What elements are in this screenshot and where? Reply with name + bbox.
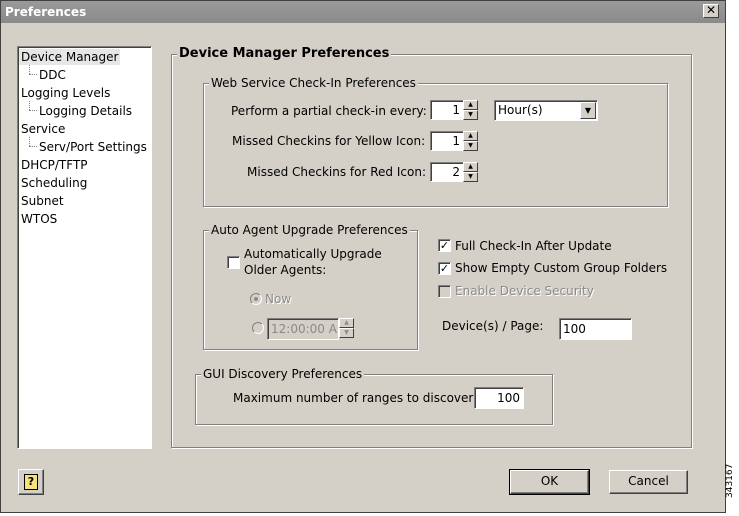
check-icon: ✓ xyxy=(439,239,450,252)
preferences-tree[interactable]: Device Manager DDC Logging Levels Loggin… xyxy=(17,46,152,449)
partial-checkin-label: Perform a partial check-in every: xyxy=(231,104,427,118)
yellow-icon-spinner[interactable]: ▲ ▼ xyxy=(463,131,478,151)
enable-security-label: Enable Device Security xyxy=(455,284,594,298)
ok-button[interactable]: OK xyxy=(509,469,590,495)
spin-down-icon[interactable]: ▼ xyxy=(463,110,478,120)
enable-security-checkbox[interactable] xyxy=(438,285,451,298)
spin-up-icon[interactable]: ▲ xyxy=(339,318,354,328)
figure-id: 343167 xyxy=(725,463,735,498)
upgrade-time-spinner[interactable]: ▲ ▼ xyxy=(339,318,354,338)
upgrade-now-label: Now xyxy=(265,292,292,306)
device-manager-preferences-title: Device Manager Preferences xyxy=(177,46,392,61)
yellow-icon-label: Missed Checkins for Yellow Icon: xyxy=(232,134,426,148)
max-ranges-label: Maximum number of ranges to discover: xyxy=(233,391,478,405)
tree-item-scheduling[interactable]: Scheduling xyxy=(19,175,89,191)
tree-connector xyxy=(29,65,30,74)
cancel-button[interactable]: Cancel xyxy=(609,470,688,494)
tree-connector xyxy=(29,110,37,111)
auto-upgrade-checkbox[interactable] xyxy=(227,256,240,269)
upgrade-now-radio[interactable] xyxy=(250,293,262,305)
spin-up-icon[interactable]: ▲ xyxy=(463,162,478,172)
auto-upgrade-label-line1: Automatically Upgrade xyxy=(244,247,382,261)
checkin-unit-select[interactable]: Hour(s) ▼ xyxy=(494,100,598,121)
chevron-down-icon[interactable]: ▼ xyxy=(580,102,596,119)
red-icon-label: Missed Checkins for Red Icon: xyxy=(247,165,426,179)
partial-checkin-input[interactable]: 1 xyxy=(430,100,464,120)
spin-down-icon[interactable]: ▼ xyxy=(463,172,478,182)
close-icon: ✕ xyxy=(705,3,717,17)
tree-item-wtos[interactable]: WTOS xyxy=(19,211,59,227)
spin-up-icon[interactable]: ▲ xyxy=(463,131,478,141)
help-icon: ? xyxy=(24,474,38,490)
close-button[interactable]: ✕ xyxy=(703,4,719,18)
title-bar: Preferences ✕ xyxy=(1,1,725,23)
partial-checkin-spinner[interactable]: ▲ ▼ xyxy=(463,100,478,120)
spin-down-icon[interactable]: ▼ xyxy=(463,141,478,151)
checkin-preferences-title: Web Service Check-In Preferences xyxy=(209,76,418,90)
preferences-dialog: Preferences ✕ Device Manager DDC Logging… xyxy=(0,0,726,513)
auto-upgrade-label-line2: Older Agents: xyxy=(244,263,327,277)
tree-connector xyxy=(29,137,30,146)
discovery-preferences-title: GUI Discovery Preferences xyxy=(201,367,365,381)
tree-item-service[interactable]: Service xyxy=(19,121,67,137)
red-icon-spinner[interactable]: ▲ ▼ xyxy=(463,162,478,182)
full-checkin-label: Full Check-In After Update xyxy=(455,239,612,253)
upgrade-preferences-title: Auto Agent Upgrade Preferences xyxy=(209,223,410,237)
spin-down-icon[interactable]: ▼ xyxy=(339,328,354,338)
full-checkin-checkbox[interactable]: ✓ xyxy=(438,239,451,252)
show-empty-folders-label: Show Empty Custom Group Folders xyxy=(455,261,668,275)
tree-connector xyxy=(29,101,30,110)
tree-item-logging-levels[interactable]: Logging Levels xyxy=(19,85,112,101)
check-icon: ✓ xyxy=(439,262,450,275)
tree-item-serv-port-settings[interactable]: Serv/Port Settings xyxy=(37,139,149,155)
tree-connector xyxy=(29,74,37,75)
tree-connector xyxy=(29,146,37,147)
upgrade-time-input[interactable]: 12:00:00 AM xyxy=(267,318,339,340)
radio-dot xyxy=(254,297,258,301)
checkin-unit-value: Hour(s) xyxy=(498,103,543,117)
max-ranges-input[interactable]: 100 xyxy=(474,387,524,409)
tree-item-dhcp-tftp[interactable]: DHCP/TFTP xyxy=(19,157,90,173)
window-title: Preferences xyxy=(5,5,87,19)
tree-item-ddc[interactable]: DDC xyxy=(37,67,68,83)
help-button[interactable]: ? xyxy=(18,469,44,495)
show-empty-folders-checkbox[interactable]: ✓ xyxy=(438,262,451,275)
devices-per-page-input[interactable]: 100 xyxy=(559,318,632,340)
tree-item-subnet[interactable]: Subnet xyxy=(19,193,66,209)
spin-up-icon[interactable]: ▲ xyxy=(463,100,478,110)
upgrade-time-radio[interactable] xyxy=(252,322,264,334)
red-icon-input[interactable]: 2 xyxy=(430,162,464,182)
tree-item-logging-details[interactable]: Logging Details xyxy=(37,103,134,119)
yellow-icon-input[interactable]: 1 xyxy=(430,131,464,151)
tree-item-device-manager[interactable]: Device Manager xyxy=(19,49,121,65)
devices-per-page-label: Device(s) / Page: xyxy=(442,319,544,333)
